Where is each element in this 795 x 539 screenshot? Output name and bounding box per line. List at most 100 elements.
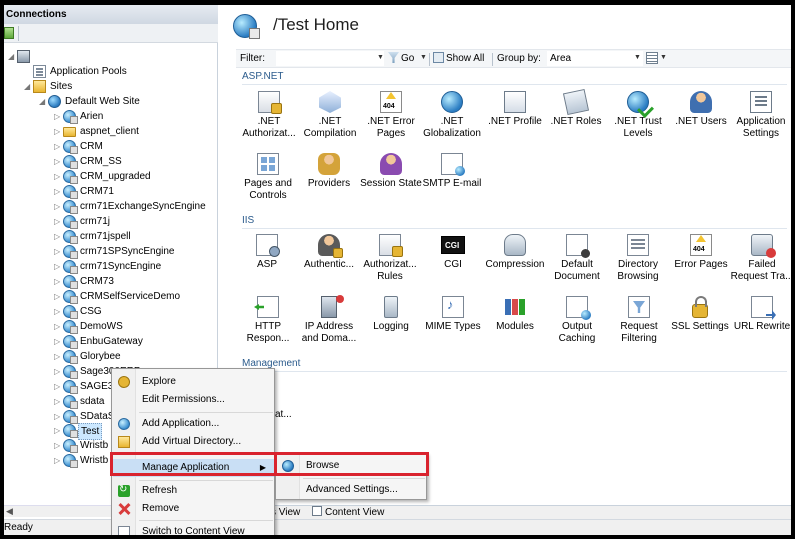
feature-session-state[interactable]: Session State: [359, 153, 423, 190]
feature-smtp-email[interactable]: SMTP E-mail: [420, 153, 484, 190]
expand-arrow-icon[interactable]: ▷: [54, 214, 62, 229]
show-all-button[interactable]: Show All: [433, 52, 484, 66]
go-dropdown-icon[interactable]: ▼: [420, 54, 427, 61]
feature-net-authorization[interactable]: .NET Authorizat...: [237, 91, 301, 140]
menu-item-edit-permissions[interactable]: Edit Permissions...: [113, 391, 274, 409]
feature-net-error-pages[interactable]: .NET Error Pages: [359, 91, 423, 140]
feature-cgi[interactable]: CGI: [421, 234, 485, 271]
feature-modules[interactable]: Modules: [483, 296, 547, 333]
expand-arrow-icon[interactable]: ▷: [54, 274, 62, 289]
expand-arrow-icon[interactable]: ▷: [54, 304, 62, 319]
collapse-arrow-icon[interactable]: ◢: [39, 94, 47, 109]
expand-arrow-icon[interactable]: ▷: [54, 319, 62, 334]
expand-arrow-icon[interactable]: ▷: [54, 139, 62, 154]
feature-providers[interactable]: Providers: [297, 153, 361, 190]
management-feature-partial[interactable]: at...: [275, 409, 292, 420]
expand-arrow-icon[interactable]: ▷: [54, 259, 62, 274]
feature-pages-and-controls[interactable]: Pages and Controls: [236, 153, 300, 202]
feature-authorization-rules[interactable]: Authorizat... Rules: [358, 234, 422, 283]
feature-authentication[interactable]: Authentic...: [297, 234, 361, 271]
expand-arrow-icon[interactable]: ▷: [54, 154, 62, 169]
roles-icon: [562, 88, 590, 116]
feature-label: SSL Settings: [671, 321, 729, 332]
feature-compression[interactable]: Compression: [483, 234, 547, 271]
tab-features-view[interactable]: s View: [271, 506, 300, 520]
expand-arrow-icon[interactable]: ▷: [54, 438, 62, 453]
compilation-icon: [319, 91, 341, 113]
filter-dropdown-icon[interactable]: ▼: [377, 54, 384, 61]
menu-item-advanced-settings[interactable]: Advanced Settings...: [277, 481, 426, 499]
directory-browsing-icon: [627, 234, 649, 256]
collapse-arrow-icon[interactable]: ◢: [8, 49, 16, 64]
expand-arrow-icon[interactable]: ▷: [54, 244, 62, 259]
collapse-arrow-icon[interactable]: ◢: [24, 79, 32, 94]
content-view-icon: [118, 526, 130, 535]
menu-item-explore[interactable]: Explore: [113, 373, 274, 391]
group-by-dropdown-icon[interactable]: ▼: [634, 54, 641, 61]
expand-arrow-icon[interactable]: ▷: [54, 453, 62, 468]
folder-icon: [63, 127, 76, 137]
view-mode-icon[interactable]: [646, 52, 658, 64]
feature-error-pages[interactable]: Error Pages: [669, 234, 733, 271]
expand-arrow-icon[interactable]: ▷: [54, 169, 62, 184]
expand-arrow-icon[interactable]: ▷: [54, 184, 62, 199]
view-mode-dropdown-icon[interactable]: ▼: [660, 54, 667, 61]
expand-arrow-icon[interactable]: ▷: [54, 109, 62, 124]
feature-net-users[interactable]: .NET Users: [669, 91, 733, 128]
feature-default-document[interactable]: Default Document: [545, 234, 609, 283]
application-icon: [63, 245, 78, 259]
feature-label: Compression: [485, 259, 545, 270]
expand-arrow-icon[interactable]: ▷: [54, 349, 62, 364]
expand-arrow-icon[interactable]: ▷: [54, 379, 62, 394]
feature-http-response-headers[interactable]: HTTP Respon...: [236, 296, 300, 345]
go-button[interactable]: Go: [388, 52, 414, 66]
menu-item-remove[interactable]: Remove: [113, 500, 274, 518]
tree-label: crm71SyncEngine: [80, 261, 162, 272]
application-icon: [63, 170, 78, 184]
scroll-left-icon[interactable]: ◀: [6, 506, 13, 517]
expand-arrow-icon[interactable]: ▷: [54, 289, 62, 304]
expand-arrow-icon[interactable]: ▷: [54, 334, 62, 349]
tab-content-view[interactable]: Content View: [312, 506, 384, 520]
expand-arrow-icon[interactable]: ▷: [54, 423, 62, 438]
feature-mime-types[interactable]: MIME Types: [421, 296, 485, 333]
feature-asp[interactable]: ASP: [235, 234, 299, 271]
expand-arrow-icon[interactable]: ▷: [54, 394, 62, 409]
expand-arrow-icon[interactable]: ▷: [54, 199, 62, 214]
expand-arrow-icon[interactable]: ▷: [54, 229, 62, 244]
feature-net-roles[interactable]: .NET Roles: [544, 88, 608, 128]
expand-arrow-icon[interactable]: ▷: [54, 364, 62, 379]
feature-net-profile[interactable]: .NET Profile: [483, 91, 547, 128]
expand-arrow-icon[interactable]: ▷: [54, 124, 62, 139]
feature-label: CGI: [444, 259, 462, 270]
menu-item-browse[interactable]: Browse: [277, 457, 426, 475]
feature-application-settings[interactable]: Application Settings: [729, 91, 791, 140]
feature-failed-request-tracing[interactable]: Failed Request Tra...: [730, 234, 791, 283]
feature-output-caching[interactable]: Output Caching: [545, 296, 609, 345]
feature-net-globalization[interactable]: .NET Globalization: [420, 91, 484, 140]
compression-icon: [504, 234, 526, 256]
feature-url-rewrite[interactable]: URL Rewrite: [730, 296, 791, 333]
view-tabs: s View Content View: [219, 505, 791, 519]
expand-arrow-icon[interactable]: ▷: [54, 409, 62, 424]
tree-label: aspnet_client: [80, 126, 139, 137]
menu-item-add-application[interactable]: Add Application...: [113, 415, 274, 433]
filter-label: Filter:: [240, 53, 265, 64]
group-by-select[interactable]: Area: [547, 51, 643, 66]
filter-input[interactable]: [276, 51, 384, 66]
feature-request-filtering[interactable]: Request Filtering: [607, 296, 671, 345]
menu-item-switch-content-view[interactable]: Switch to Content View: [113, 523, 274, 535]
go-label: Go: [401, 53, 415, 64]
content-view-icon: [312, 506, 322, 516]
feature-logging[interactable]: Logging: [359, 296, 423, 333]
feature-ssl-settings[interactable]: SSL Settings: [668, 296, 732, 333]
feature-ip-address-domain[interactable]: IP Address and Doma...: [297, 295, 361, 345]
feature-directory-browsing[interactable]: Directory Browsing: [606, 234, 670, 283]
feature-net-compilation[interactable]: .NET Compilation: [298, 91, 362, 140]
menu-item-add-virtual-directory[interactable]: Add Virtual Directory...: [113, 433, 274, 451]
connect-icon[interactable]: [4, 27, 14, 39]
feature-net-trust-levels[interactable]: .NET Trust Levels: [606, 91, 670, 140]
menu-item-refresh[interactable]: Refresh: [113, 481, 274, 500]
menu-item-manage-application[interactable]: Manage Application ▶: [113, 459, 274, 477]
menu-separator: [139, 480, 273, 481]
